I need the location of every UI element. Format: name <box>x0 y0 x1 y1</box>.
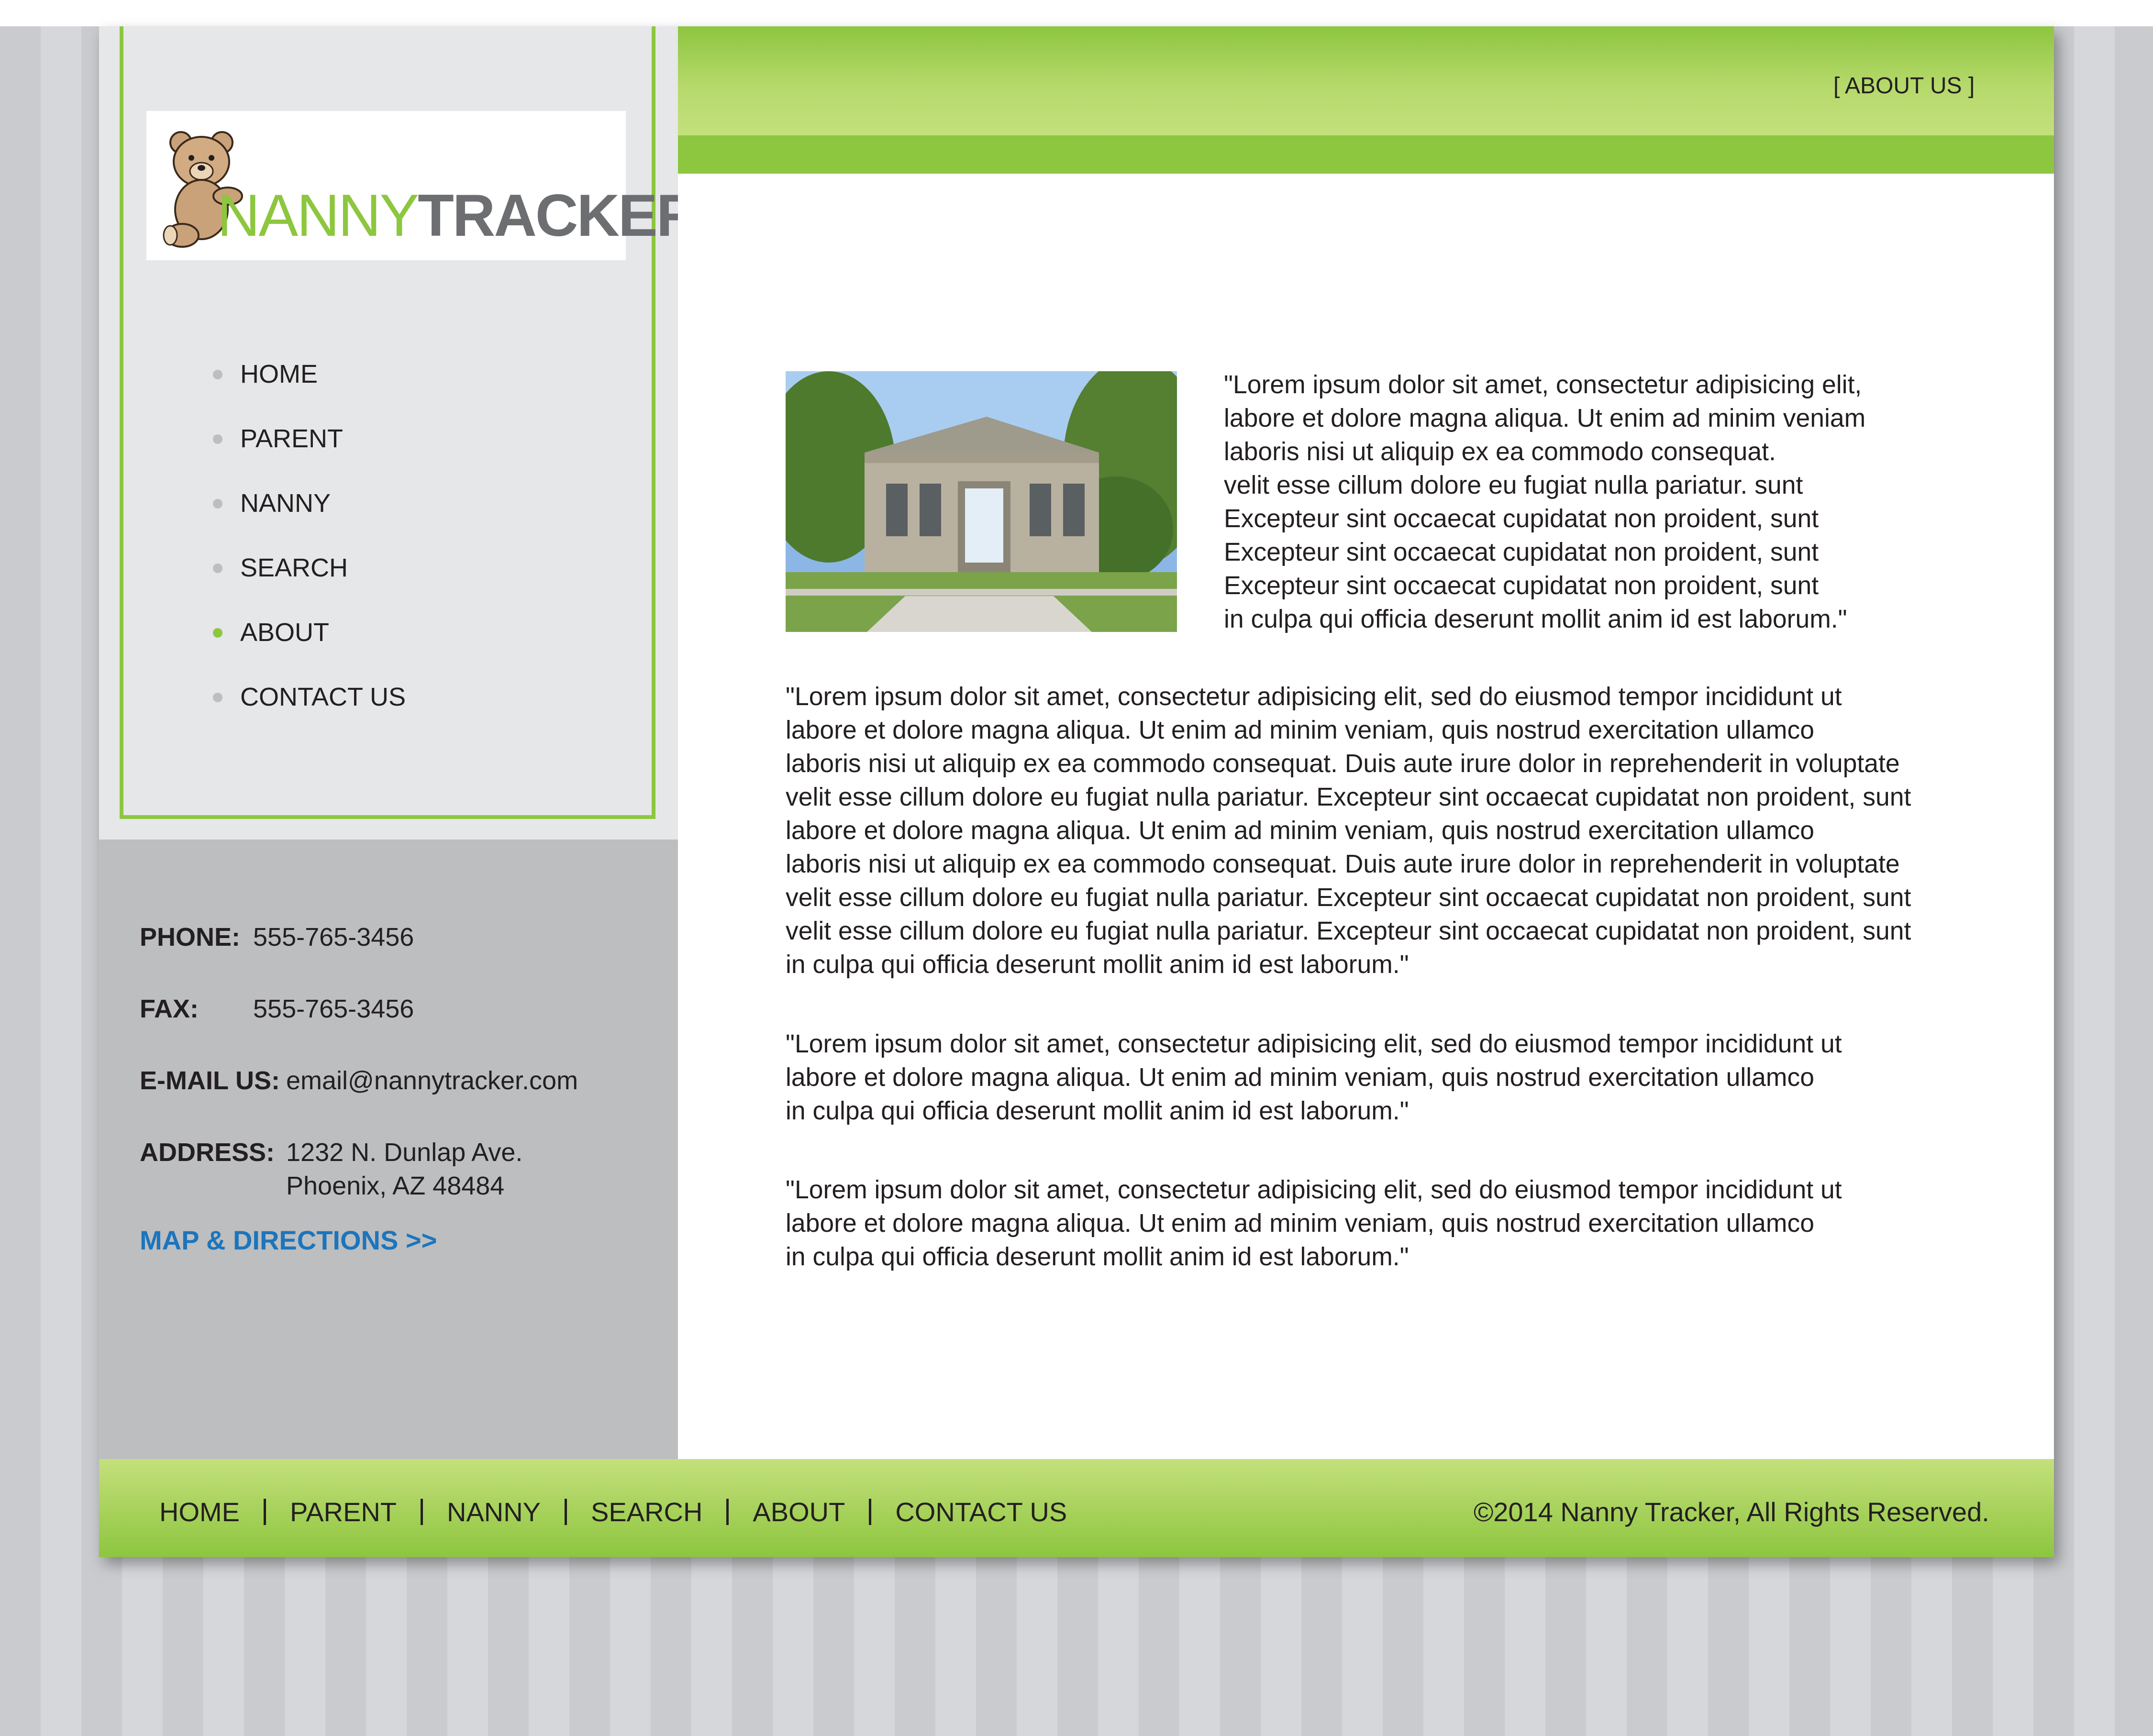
header-strip <box>678 135 2054 174</box>
sidebar-item-label: NANNY <box>240 489 331 518</box>
map-directions-link[interactable]: MAP & DIRECTIONS >> <box>140 1225 437 1256</box>
footer-link-home[interactable]: HOME <box>159 1496 240 1527</box>
sidebar-item-label: CONTACT US <box>240 683 406 711</box>
footer-link-about[interactable]: ABOUT <box>753 1496 845 1527</box>
sidebar-item-about[interactable]: ABOUT <box>213 613 406 678</box>
sidebar-item-parent[interactable]: PARENT <box>213 420 406 484</box>
footer-nav: HOME PARENT NANNY SEARCH ABOUT CONTACT U… <box>159 1496 1067 1527</box>
about-us-header-link[interactable]: [ ABOUT US ] <box>1833 73 1975 99</box>
sidebar-item-home[interactable]: HOME <box>213 355 406 420</box>
body-paragraph-2: "Lorem ipsum dolor sit amet, consectetur… <box>786 1030 1842 1125</box>
fax-value: 555-765-3456 <box>253 995 414 1023</box>
fax-label: FAX: <box>140 995 199 1023</box>
address-line1: 1232 N. Dunlap Ave. <box>286 1138 523 1167</box>
sidebar-item-search[interactable]: SEARCH <box>213 549 406 613</box>
sidebar-item-contact-us[interactable]: CONTACT US <box>213 678 406 742</box>
footer-divider <box>264 1499 266 1525</box>
address-line2: Phoenix, AZ 48484 <box>286 1172 505 1200</box>
body-paragraph-3: "Lorem ipsum dolor sit amet, consectetur… <box>786 1176 1842 1271</box>
footer-link-nanny[interactable]: NANNY <box>447 1496 541 1527</box>
logo-text: NANNYTRACKER <box>217 182 699 250</box>
footer-divider <box>421 1499 423 1525</box>
building-photo-image <box>786 371 1177 632</box>
sidebar-item-label: ABOUT <box>240 618 330 647</box>
email-link[interactable]: email@nannytracker.com <box>286 1066 578 1095</box>
phone-value: 555-765-3456 <box>253 923 414 951</box>
footer-divider <box>726 1499 729 1525</box>
bullet-icon <box>213 499 222 509</box>
address-label: ADDRESS: <box>140 1138 275 1167</box>
bullet-icon <box>213 434 222 444</box>
sidebar-item-nanny[interactable]: NANNY <box>213 484 406 549</box>
bullet-icon <box>213 693 222 702</box>
building-photo <box>786 371 1177 632</box>
email-label: E-MAIL US: <box>140 1066 280 1095</box>
footer-link-search[interactable]: SEARCH <box>591 1496 702 1527</box>
body-paragraph-1: "Lorem ipsum dolor sit amet, consectetur… <box>786 683 1911 979</box>
footer-link-contact-us[interactable]: CONTACT US <box>895 1496 1067 1527</box>
bullet-icon <box>213 564 222 573</box>
sidebar-item-label: PARENT <box>240 424 344 453</box>
copyright: ©2014 Nanny Tracker, All Rights Reserved… <box>1474 1497 1989 1527</box>
footer-link-parent[interactable]: PARENT <box>290 1496 397 1527</box>
sidebar-nav: HOME PARENT NANNY SEARCH ABOUT CONTACT U… <box>213 355 406 742</box>
bullet-icon <box>213 370 222 379</box>
footer-divider <box>565 1499 567 1525</box>
phone-label: PHONE: <box>140 923 241 951</box>
intro-paragraph: "Lorem ipsum dolor sit amet, consectetur… <box>1224 371 1866 633</box>
logo-nanny: NANNY <box>217 183 419 249</box>
logo[interactable]: NANNYTRACKER <box>146 111 699 260</box>
bullet-icon <box>213 628 222 638</box>
sidebar-item-label: SEARCH <box>240 553 348 582</box>
footer-divider <box>869 1499 872 1525</box>
logo-tracker: TRACKER <box>418 183 699 249</box>
sidebar-item-label: HOME <box>240 360 318 388</box>
